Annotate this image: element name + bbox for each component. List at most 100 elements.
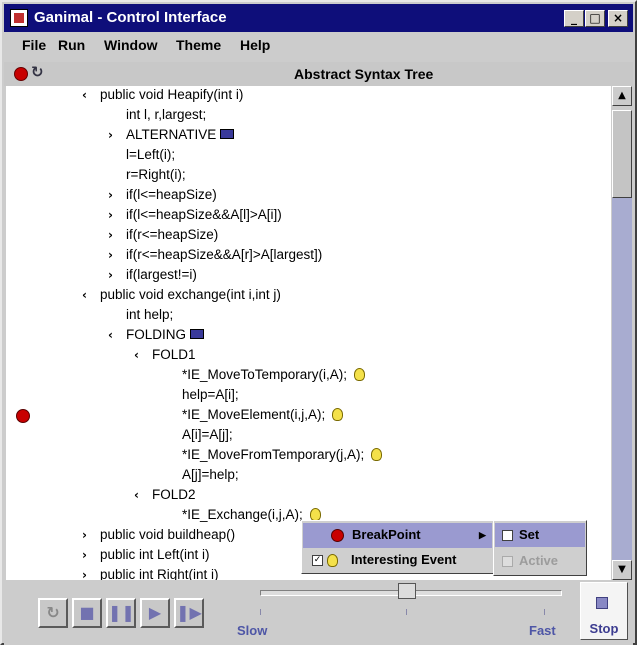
collapse-toggle-icon[interactable]: ‹ <box>108 326 113 344</box>
menu-help[interactable]: Help <box>240 37 270 53</box>
interesting-checkbox[interactable]: ✓ <box>312 555 323 566</box>
tree-node-label: help=A[i]; <box>182 387 239 402</box>
collapse-toggle-icon[interactable]: ‹ <box>134 346 139 364</box>
scroll-thumb[interactable] <box>612 110 632 198</box>
tree-node[interactable]: public int Right(int i) <box>100 566 219 580</box>
stop-step-button[interactable]: ■ <box>72 598 102 628</box>
expand-toggle-icon[interactable]: › <box>108 206 113 224</box>
vertical-scrollbar[interactable]: ▲ ▼ <box>611 86 633 580</box>
play-button[interactable]: ▶ <box>140 598 170 628</box>
expand-toggle-icon[interactable]: › <box>82 566 87 580</box>
lightbulb-icon[interactable] <box>309 507 321 521</box>
title-bar[interactable]: Ganimal - Control Interface _ □ × <box>4 4 633 32</box>
scroll-down-icon[interactable]: ▼ <box>612 560 632 580</box>
tree-node[interactable]: public void exchange(int i,int j) <box>100 286 281 306</box>
maximize-button[interactable]: □ <box>585 10 605 27</box>
collapse-toggle-icon[interactable]: ‹ <box>82 286 87 304</box>
minimize-button[interactable]: _ <box>564 10 584 27</box>
tree-node-label: FOLD1 <box>152 347 196 362</box>
pause-icon: ❚❚ <box>108 603 135 622</box>
tree-node[interactable]: int l, r,largest; <box>126 106 206 126</box>
tree-node[interactable]: if(r<=heapSize) <box>126 226 218 246</box>
lightbulb-icon[interactable] <box>354 367 366 381</box>
tree-node-label: A[j]=help; <box>182 467 239 482</box>
submenu-item-set[interactable]: Set <box>495 523 585 547</box>
tree-node-label: ALTERNATIVE <box>126 127 217 142</box>
tree-node[interactable]: r=Right(i); <box>126 166 186 186</box>
tree-node[interactable]: int help; <box>126 306 173 326</box>
menu-bar: File Run Window Theme Help <box>4 34 633 58</box>
tree-node-label: *IE_MoveToTemporary(i,A); <box>182 367 348 382</box>
expand-toggle-icon[interactable]: › <box>108 126 113 144</box>
app-window: Ganimal - Control Interface _ □ × File R… <box>0 0 637 645</box>
refresh-icon[interactable]: ↻ <box>31 63 44 81</box>
interesting-label: Interesting Event <box>351 552 457 567</box>
breakpoint-label: BreakPoint <box>352 527 421 542</box>
tree-node-label: if(l<=heapSize&&A[l]>A[i]) <box>126 207 282 222</box>
menu-item-breakpoint[interactable]: BreakPoint ▶ <box>303 523 492 548</box>
collapse-toggle-icon[interactable]: ‹ <box>82 86 87 104</box>
tree-node[interactable]: public void buildheap() <box>100 526 235 546</box>
tree-node[interactable]: help=A[i]; <box>182 386 239 406</box>
tree-node[interactable]: FOLDING <box>126 326 205 346</box>
slider-tick <box>406 609 407 615</box>
tree-node-label: public int Right(int i) <box>100 567 219 580</box>
tree-node[interactable]: if(l<=heapSize&&A[l]>A[i]) <box>126 206 282 226</box>
expand-toggle-icon[interactable]: › <box>108 186 113 204</box>
tree-node[interactable]: public void Heapify(int i) <box>100 86 243 106</box>
active-checkbox <box>502 556 513 567</box>
menu-item-interesting-event[interactable]: ✓ Interesting Event <box>303 548 492 573</box>
close-button[interactable]: × <box>608 10 628 27</box>
menu-window[interactable]: Window <box>104 37 158 53</box>
tree-node[interactable]: if(l<=heapSize) <box>126 186 217 206</box>
set-checkbox[interactable] <box>502 530 513 541</box>
expand-toggle-icon[interactable]: › <box>108 266 113 284</box>
slider-tick <box>260 609 261 615</box>
panel-header: ↻ Abstract Syntax Tree <box>4 62 633 86</box>
tree-node[interactable]: l=Left(i); <box>126 146 175 166</box>
tree-node-label: r=Right(i); <box>126 167 186 182</box>
tree-node-label: FOLD2 <box>152 487 196 502</box>
step-icon: ❚▶ <box>176 603 202 622</box>
tree-node[interactable]: FOLD2 <box>152 486 196 506</box>
tree-node[interactable]: public int Left(int i) <box>100 546 210 566</box>
collapse-toggle-icon[interactable]: ‹ <box>134 486 139 504</box>
breakpoint-marker-icon[interactable] <box>16 409 30 423</box>
syntax-tree[interactable]: ‹ public void Heapify(int i) int l, r,larg… <box>6 86 611 580</box>
rewind-button[interactable]: ↻ <box>38 598 68 628</box>
lightbulb-icon[interactable] <box>371 447 383 461</box>
expand-toggle-icon[interactable]: › <box>82 546 87 564</box>
tree-node[interactable]: A[j]=help; <box>182 466 239 486</box>
expand-toggle-icon[interactable]: › <box>108 246 113 264</box>
slider-tick <box>544 609 545 615</box>
tree-node[interactable]: *IE_MoveToTemporary(i,A); <box>182 366 366 386</box>
speed-slider-knob[interactable] <box>398 583 416 599</box>
pause-button[interactable]: ❚❚ <box>106 598 136 628</box>
lightbulb-icon[interactable] <box>332 407 344 421</box>
tree-node[interactable]: *IE_MoveElement(i,j,A); <box>182 406 344 426</box>
stop-button[interactable]: Stop <box>580 582 628 640</box>
scroll-track[interactable] <box>612 198 632 560</box>
tree-node-label: int help; <box>126 307 174 322</box>
note-icon[interactable] <box>190 329 205 340</box>
breakpoint-toggle-icon[interactable] <box>14 67 28 81</box>
tree-node[interactable]: FOLD1 <box>152 346 196 366</box>
note-icon[interactable] <box>220 129 235 140</box>
expand-toggle-icon[interactable]: › <box>82 526 87 544</box>
tree-node[interactable]: A[i]=A[j]; <box>182 426 233 446</box>
tree-node[interactable]: *IE_Exchange(i,j,A); <box>182 506 321 526</box>
tree-node[interactable]: if(largest!=i) <box>126 266 197 286</box>
tree-node[interactable]: *IE_MoveFromTemporary(j,A); <box>182 446 383 466</box>
play-icon: ▶ <box>148 603 162 622</box>
expand-toggle-icon[interactable]: › <box>108 226 113 244</box>
menu-file[interactable]: File <box>22 37 46 53</box>
tree-node[interactable]: if(r<=heapSize&&A[r]>A[largest]) <box>126 246 322 266</box>
scroll-up-icon[interactable]: ▲ <box>612 86 632 106</box>
tree-node-label: if(largest!=i) <box>126 267 197 282</box>
menu-run[interactable]: Run <box>58 37 85 53</box>
tree-node[interactable]: ALTERNATIVE <box>126 126 235 146</box>
tree-node-label: *IE_MoveElement(i,j,A); <box>182 407 326 422</box>
submenu-arrow-icon: ▶ <box>479 530 486 540</box>
menu-theme[interactable]: Theme <box>176 37 221 53</box>
step-button[interactable]: ❚▶ <box>174 598 204 628</box>
